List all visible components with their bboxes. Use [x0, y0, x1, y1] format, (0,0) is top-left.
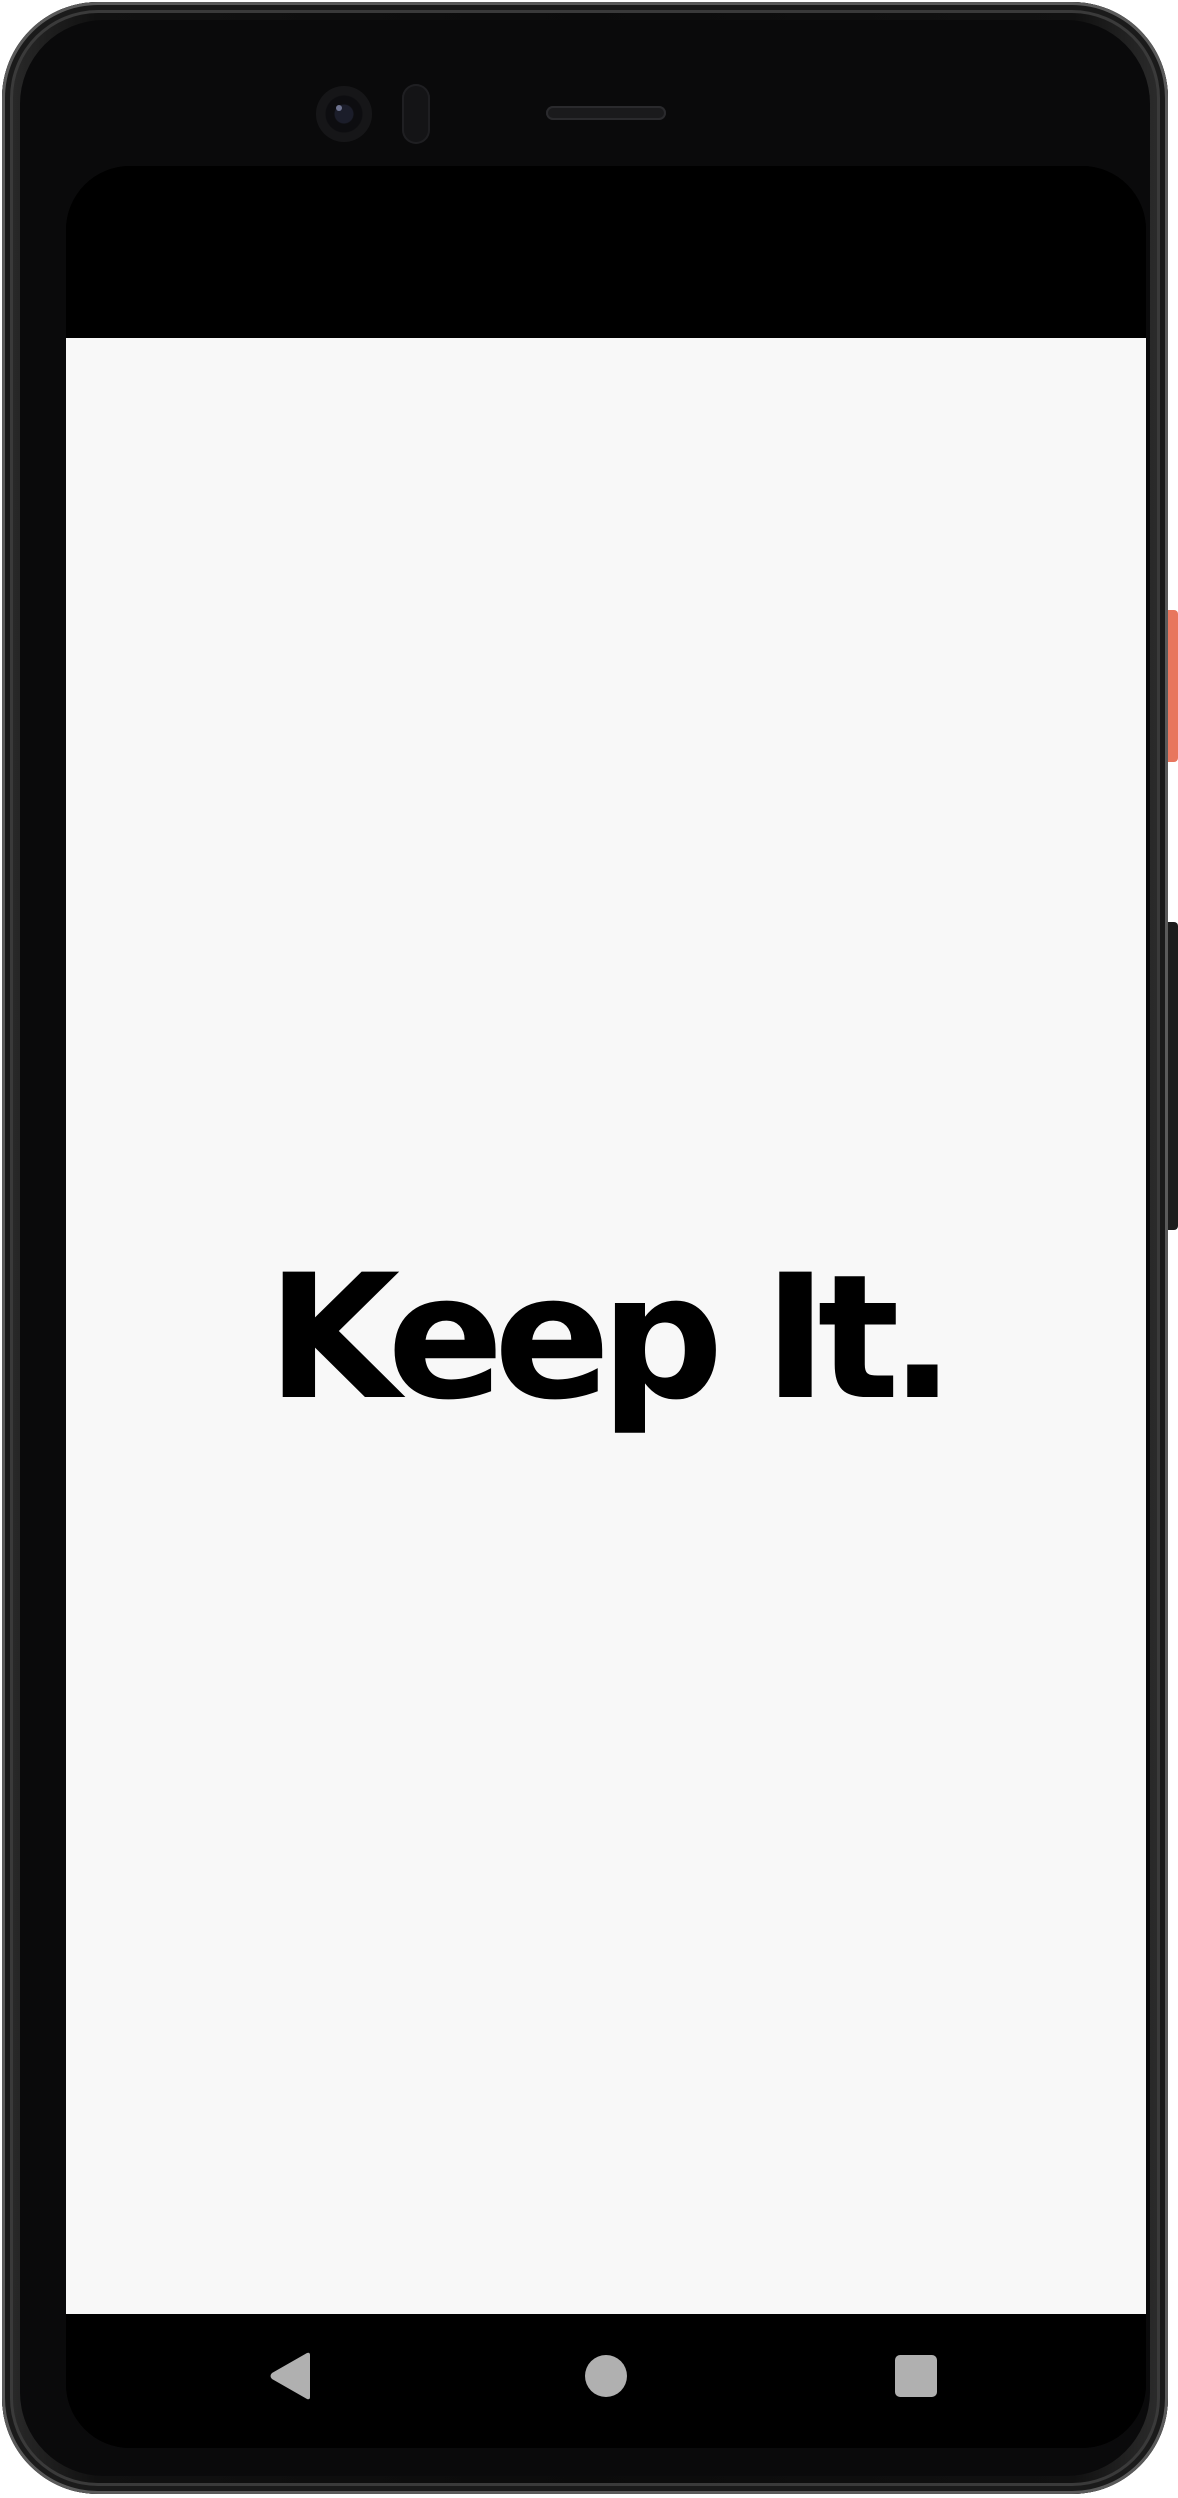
- volume-rocker: [1168, 922, 1178, 1230]
- home-button[interactable]: [566, 2336, 646, 2416]
- recents-button[interactable]: [876, 2336, 956, 2416]
- front-camera: [316, 86, 372, 142]
- proximity-sensor: [402, 84, 430, 144]
- recents-icon: [895, 2355, 937, 2397]
- app-title: Keep It.: [266, 1237, 955, 1438]
- splash-screen: Keep It.: [66, 338, 1146, 2314]
- phone-frame: Keep It.: [2, 2, 1178, 2494]
- power-button: [1168, 610, 1178, 762]
- back-button[interactable]: [250, 2336, 330, 2416]
- home-icon: [585, 2355, 627, 2397]
- status-bar: [66, 166, 1146, 338]
- earpiece-speaker: [546, 106, 666, 120]
- app-logo: Keep It.: [66, 338, 1146, 2314]
- navigation-bar: [66, 2314, 1146, 2448]
- phone-bezel: Keep It.: [20, 20, 1150, 2476]
- back-icon: [270, 2352, 310, 2400]
- device-screen: Keep It.: [66, 166, 1146, 2448]
